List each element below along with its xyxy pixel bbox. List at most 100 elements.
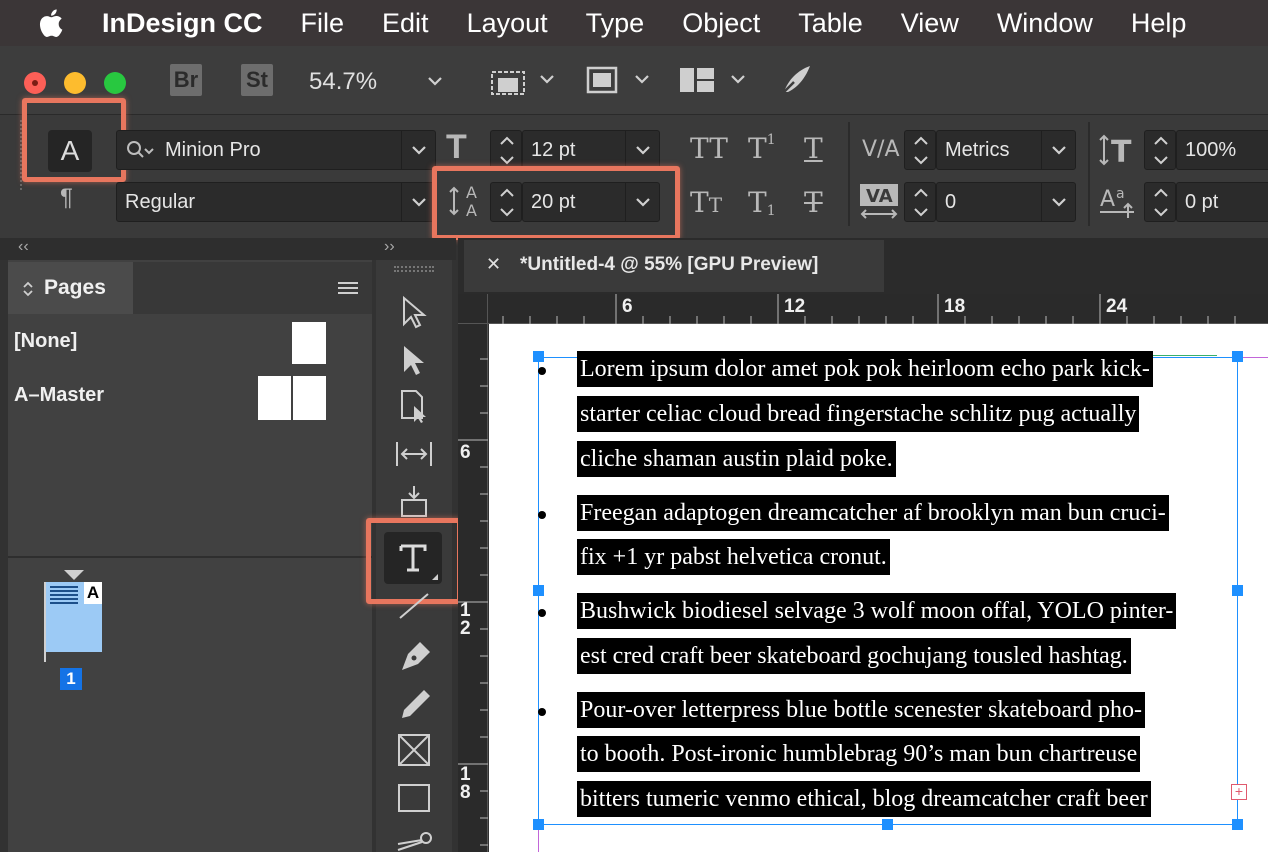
menu-view[interactable]: View	[901, 8, 959, 39]
font-size-stepper[interactable]	[490, 130, 522, 170]
screen-mode-icon[interactable]	[584, 64, 620, 96]
pen-tool-icon[interactable]	[396, 636, 436, 676]
menu-layout[interactable]: Layout	[467, 8, 548, 39]
font-size-icon: T	[446, 128, 467, 166]
small-caps-button[interactable]: TT	[690, 186, 722, 219]
direct-selection-tool-icon[interactable]	[396, 342, 432, 378]
font-family-field[interactable]: Minion Pro	[116, 130, 436, 170]
close-dot-icon	[32, 80, 38, 86]
document-tab[interactable]: ✕ *Untitled-4 @ 55% [GPU Preview]	[464, 240, 884, 292]
pencil-tool-icon[interactable]	[396, 684, 436, 724]
minimize-window-button[interactable]	[64, 72, 86, 94]
expand-tools-button[interactable]: ››	[384, 238, 395, 256]
frame-handle[interactable]	[1232, 819, 1243, 830]
rectangle-tool-icon[interactable]	[396, 782, 432, 814]
font-style-dropdown[interactable]	[401, 183, 435, 221]
menu-window[interactable]: Window	[997, 8, 1093, 39]
paragraph-formatting-controls-button[interactable]: ¶	[60, 184, 73, 212]
apple-icon[interactable]	[36, 7, 64, 39]
font-style-field[interactable]: Regular	[116, 182, 436, 222]
line-tool-icon[interactable]	[396, 592, 432, 620]
panel-menu-icon[interactable]	[338, 280, 358, 296]
vertical-scale-field[interactable]: 100%	[1176, 130, 1268, 170]
scissors-tool-icon[interactable]	[396, 830, 432, 852]
baseline-shift-stepper[interactable]	[1144, 182, 1176, 222]
view-options-icon[interactable]	[488, 64, 528, 96]
frame-handle[interactable]	[1232, 351, 1243, 362]
screen-mode-chevron-icon[interactable]	[634, 74, 650, 84]
font-size-dropdown[interactable]	[625, 131, 659, 169]
view-options-chevron-icon[interactable]	[539, 74, 555, 84]
menu-edit[interactable]: Edit	[382, 8, 429, 39]
underline-button[interactable]: T	[804, 132, 823, 165]
master-none-thumbnail[interactable]	[292, 322, 326, 364]
font-family-dropdown[interactable]	[401, 131, 435, 169]
tracking-stepper[interactable]	[904, 182, 936, 222]
chevron-down-icon[interactable]	[499, 155, 515, 165]
close-document-icon[interactable]: ✕	[486, 254, 501, 275]
bullet	[538, 708, 546, 716]
vertical-ruler[interactable]: 6 1 2 1 8	[458, 324, 488, 852]
vertical-scale-stepper[interactable]	[1144, 130, 1176, 170]
frame-handle[interactable]	[533, 585, 544, 596]
tracking-dropdown[interactable]	[1041, 183, 1075, 221]
menu-file[interactable]: File	[301, 8, 345, 39]
page-tool-icon[interactable]	[396, 388, 432, 424]
subscript-button[interactable]: T1	[748, 186, 776, 219]
menu-object[interactable]: Object	[682, 8, 760, 39]
kerning-dropdown[interactable]	[1041, 131, 1075, 169]
app-name-menu[interactable]: InDesign CC	[102, 8, 263, 39]
chevron-up-icon[interactable]	[499, 136, 515, 146]
rectangle-frame-tool-icon[interactable]	[396, 732, 432, 768]
kerning-field[interactable]: Metrics	[936, 130, 1076, 170]
superscript-button[interactable]: T1	[748, 132, 776, 165]
arrange-documents-icon[interactable]	[678, 66, 716, 94]
chevron-down-icon[interactable]	[1153, 155, 1169, 165]
chevron-up-icon[interactable]	[1153, 188, 1169, 198]
ruler-ticks	[475, 294, 1236, 324]
a-master-spread-thumbnail[interactable]	[258, 376, 326, 420]
text-line: Lorem ipsum dolor amet pok pok heirloom …	[577, 351, 1153, 387]
chevron-up-icon[interactable]	[913, 188, 929, 198]
chevron-down-icon[interactable]	[1153, 207, 1169, 217]
menu-type[interactable]: Type	[586, 8, 645, 39]
font-size-value: 12 pt	[531, 138, 576, 161]
collapse-panels-button[interactable]: ‹‹	[18, 238, 29, 256]
frame-handle[interactable]	[533, 819, 544, 830]
stock-button[interactable]: St	[241, 64, 273, 96]
kerning-stepper[interactable]	[904, 130, 936, 170]
selection-tool-icon[interactable]	[396, 294, 432, 330]
font-size-field[interactable]: 12 pt	[522, 130, 660, 170]
page-1-thumbnail[interactable]: A	[46, 582, 102, 652]
close-window-button[interactable]	[24, 72, 46, 94]
frame-handle[interactable]	[1232, 585, 1243, 596]
tab-pages[interactable]: Pages	[8, 262, 133, 314]
master-none-label[interactable]: [None]	[14, 330, 77, 353]
zoom-level[interactable]: 54.7%	[309, 68, 377, 96]
a-master-label[interactable]: A–Master	[14, 384, 104, 407]
publish-online-icon[interactable]	[778, 62, 814, 98]
strikethrough-button[interactable]: T	[804, 186, 823, 219]
frame-handle[interactable]	[533, 351, 544, 362]
gap-tool-icon[interactable]	[394, 436, 434, 472]
horizontal-ruler[interactable]: 6 12 18 24	[458, 294, 1268, 324]
zoom-window-button[interactable]	[104, 72, 126, 94]
chevron-down-icon[interactable]	[913, 207, 929, 217]
all-caps-button[interactable]: TT	[690, 132, 728, 165]
menu-table[interactable]: Table	[798, 8, 863, 39]
bridge-button[interactable]: Br	[170, 64, 202, 96]
arrange-documents-chevron-icon[interactable]	[730, 74, 746, 84]
overset-text-icon[interactable]: +	[1231, 784, 1247, 800]
frame-handle[interactable]	[882, 819, 893, 830]
tracking-field[interactable]: 0	[936, 182, 1076, 222]
chevron-up-icon[interactable]	[913, 136, 929, 146]
menu-help[interactable]: Help	[1131, 8, 1187, 39]
toolbox-grip[interactable]	[394, 266, 434, 272]
baseline-shift-field[interactable]: 0 pt	[1176, 182, 1268, 222]
page-number-badge[interactable]: 1	[60, 668, 82, 690]
ruler-origin[interactable]	[458, 294, 488, 324]
zoom-chevron-down-icon[interactable]	[427, 76, 443, 86]
content-collector-tool-icon[interactable]	[396, 484, 432, 520]
chevron-down-icon[interactable]	[913, 155, 929, 165]
chevron-up-icon[interactable]	[1153, 136, 1169, 146]
